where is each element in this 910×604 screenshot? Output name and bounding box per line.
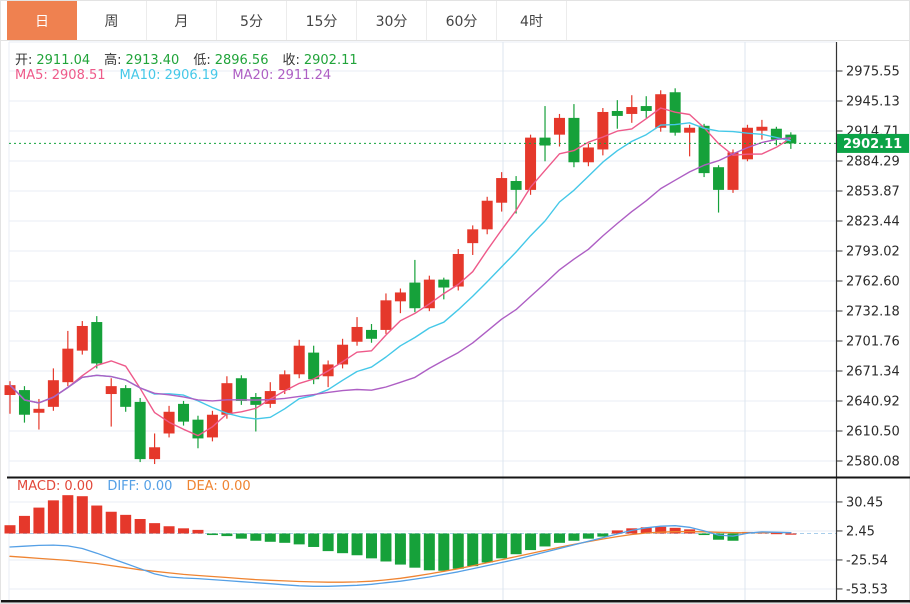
svg-text:2.45: 2.45 bbox=[846, 524, 875, 539]
tab-day[interactable]: 日 bbox=[7, 1, 77, 40]
tab-60min[interactable]: 60分 bbox=[427, 1, 497, 40]
svg-text:2762.60: 2762.60 bbox=[846, 275, 900, 290]
svg-text:-53.53: -53.53 bbox=[846, 582, 888, 597]
svg-text:2975.55: 2975.55 bbox=[846, 65, 900, 80]
grid-layer bbox=[9, 42, 836, 600]
current-price-tag: 2902.11 bbox=[837, 134, 909, 153]
svg-text:2884.29: 2884.29 bbox=[846, 154, 900, 169]
svg-text:2945.13: 2945.13 bbox=[846, 94, 900, 109]
tab-week[interactable]: 周 bbox=[77, 1, 147, 40]
svg-text:2640.92: 2640.92 bbox=[846, 395, 900, 410]
svg-text:-25.54: -25.54 bbox=[846, 553, 888, 568]
ma5-line bbox=[10, 108, 791, 436]
svg-text:2732.18: 2732.18 bbox=[846, 305, 900, 320]
svg-text:2902.11: 2902.11 bbox=[843, 137, 902, 152]
svg-text:2701.76: 2701.76 bbox=[846, 335, 900, 350]
svg-text:30.45: 30.45 bbox=[846, 495, 883, 510]
trading-chart-window: 日周月5分15分30分60分4时 2975.552945.132914.7128… bbox=[0, 0, 910, 604]
svg-text:2610.50: 2610.50 bbox=[846, 425, 900, 440]
svg-text:2793.02: 2793.02 bbox=[846, 245, 900, 260]
ma20-line bbox=[10, 138, 791, 403]
timeframe-tabbar: 日周月5分15分30分60分4时 bbox=[1, 1, 909, 41]
price-axis: 2975.552945.132914.712884.292853.872823.… bbox=[837, 42, 900, 600]
tab-15min[interactable]: 15分 bbox=[287, 1, 357, 40]
svg-text:2823.44: 2823.44 bbox=[846, 215, 900, 230]
macd-histogram bbox=[5, 495, 797, 571]
tab-month[interactable]: 月 bbox=[147, 1, 217, 40]
ma10-line bbox=[10, 123, 791, 419]
tab-30min[interactable]: 30分 bbox=[357, 1, 427, 40]
tab-5min[interactable]: 5分 bbox=[217, 1, 287, 40]
kline-chart-canvas[interactable]: 2975.552945.132914.712884.292853.872823.… bbox=[1, 41, 910, 604]
svg-text:2853.87: 2853.87 bbox=[846, 184, 900, 199]
candlestick-layer bbox=[5, 88, 797, 464]
svg-text:2671.34: 2671.34 bbox=[846, 365, 900, 380]
chart-area: 2975.552945.132914.712884.292853.872823.… bbox=[1, 41, 910, 604]
svg-text:2580.08: 2580.08 bbox=[846, 455, 900, 470]
tab-4hour[interactable]: 4时 bbox=[497, 1, 567, 40]
